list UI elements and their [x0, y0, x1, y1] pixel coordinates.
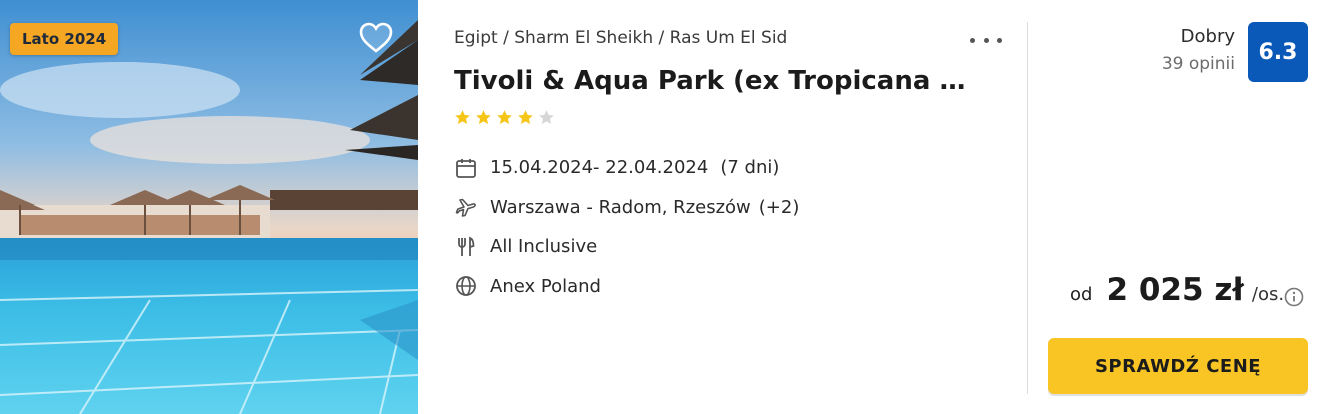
- hotel-photo-image: [0, 0, 418, 414]
- offer-card[interactable]: Lato 2024 Egipt / Sharm El Sheikh / Ras …: [0, 0, 1322, 414]
- hotel-name[interactable]: Tivoli & Aqua Park (ex Tropicana Tiv…: [454, 62, 974, 100]
- info-icon[interactable]: [1284, 287, 1304, 307]
- price-from-label: od: [1070, 284, 1093, 305]
- globe-icon: [454, 274, 478, 298]
- reviews-count[interactable]: 39 opinii: [1162, 54, 1235, 74]
- cutlery-icon: [454, 235, 478, 259]
- more-icon: [970, 37, 975, 43]
- operator-value: Anex Poland: [490, 275, 601, 297]
- rating-label: Dobry: [1180, 26, 1235, 47]
- duration-value: (7 dni): [720, 157, 780, 179]
- operator-row: Anex Poland: [454, 267, 799, 307]
- board-value: All Inclusive: [490, 236, 598, 258]
- departure-extra[interactable]: (+2): [759, 197, 800, 218]
- dates-value: 15.04.2024- 22.04.2024: [490, 157, 709, 179]
- star-filled-icon: [518, 110, 533, 124]
- more-options-button[interactable]: [970, 30, 1002, 50]
- column-divider: [1027, 22, 1028, 394]
- location-breadcrumb[interactable]: Egipt / Sharm El Sheikh / Ras Um El Sid: [454, 28, 787, 48]
- star-filled-icon: [455, 110, 470, 124]
- price-unit: /os.: [1251, 284, 1285, 305]
- star-empty-icon: [539, 110, 554, 124]
- favorite-button[interactable]: [356, 18, 396, 58]
- board-row: All Inclusive: [454, 227, 799, 267]
- check-price-button[interactable]: SPRAWDŹ CENĘ: [1048, 338, 1308, 394]
- hotel-photo[interactable]: Lato 2024: [0, 0, 418, 414]
- season-badge: Lato 2024: [10, 23, 119, 55]
- dates-row: 15.04.2024- 22.04.2024 (7 dni): [454, 148, 799, 188]
- offer-details: Egipt / Sharm El Sheikh / Ras Um El Sid …: [454, 0, 1014, 414]
- price: od 2 025 zł /os.: [1070, 272, 1284, 308]
- calendar-icon: [454, 156, 478, 180]
- plane-icon: [454, 195, 478, 219]
- star-filled-icon: [497, 110, 512, 124]
- price-value: 2 025 zł: [1106, 272, 1244, 308]
- star-filled-icon: [476, 110, 491, 124]
- rating-score-badge[interactable]: 6.3: [1248, 22, 1308, 82]
- hotel-stars: [454, 109, 555, 126]
- heart-icon: [359, 22, 393, 53]
- offer-meta: 15.04.2024- 22.04.2024 (7 dni) Warszawa …: [454, 148, 799, 306]
- departure-row: Warszawa - Radom, Rzeszów (+2): [454, 188, 799, 228]
- departure-value: Warszawa - Radom, Rzeszów: [490, 196, 751, 218]
